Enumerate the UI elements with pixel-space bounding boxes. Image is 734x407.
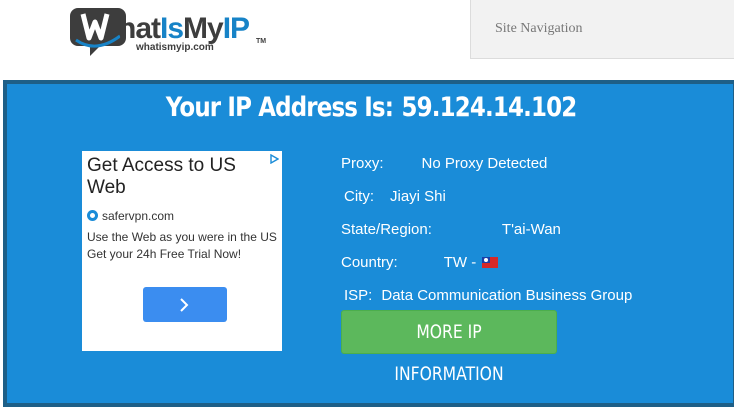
taiwan-flag-icon [482, 257, 499, 268]
logo-wordmark: hatIsMyIP [118, 12, 250, 45]
site-navigation-label: Site Navigation [495, 21, 583, 36]
isp-label: ISP: [344, 287, 373, 304]
ip-heading-label: Your IP Address Is: [165, 92, 394, 123]
state-value: T'ai-Wan [501, 221, 561, 238]
ip-heading: Your IP Address Is: 59.124.14.102 [63, 92, 680, 123]
country-label: Country: [341, 254, 398, 271]
logo-domain: whatismyip.com [136, 42, 214, 53]
ad-title[interactable]: Get Access to US Web [87, 155, 267, 199]
ad-domain-row[interactable]: safervpn.com [87, 209, 174, 223]
city-value: Jiayi Shi [390, 188, 446, 205]
isp-row: ISP: Data Communication Business Group [344, 287, 632, 304]
more-ip-information-button[interactable]: MORE IP INFORMATION [341, 310, 557, 385]
city-row: City: Jiayi Shi [344, 188, 446, 205]
city-label: City: [344, 188, 374, 205]
isp-value: Data Communication Business Group [381, 287, 633, 304]
ad-body: Use the Web as you were in the US Get yo… [87, 230, 277, 261]
ad-open-button[interactable] [143, 287, 227, 322]
country-value: TW - [443, 254, 477, 271]
ip-address-value: 59.124.14.102 [401, 92, 578, 123]
more-ip-information-label: MORE IP INFORMATION [394, 321, 504, 385]
site-logo[interactable]: hatIsMyIP TM whatismyip.com [70, 2, 270, 58]
ad-domain: safervpn.com [102, 209, 175, 223]
ip-info-panel: Your IP Address Is: 59.124.14.102 Get Acc… [3, 80, 734, 407]
state-label: State/Region: [341, 221, 432, 238]
proxy-row: Proxy: No Proxy Detected [341, 155, 547, 172]
chevron-right-icon [180, 298, 189, 312]
logo-trademark: TM [256, 38, 267, 45]
proxy-value: No Proxy Detected [421, 155, 548, 172]
safervpn-logo-icon [87, 210, 98, 221]
country-row: Country: TW - [341, 254, 499, 271]
site-navigation-toggle[interactable]: Site Navigation [470, 0, 734, 59]
advertisement[interactable]: Get Access to US Web safervpn.com Use th… [82, 151, 282, 351]
state-row: State/Region: T'ai-Wan [341, 221, 561, 238]
proxy-label: Proxy: [341, 155, 384, 172]
ad-choices-icon[interactable] [269, 154, 279, 164]
